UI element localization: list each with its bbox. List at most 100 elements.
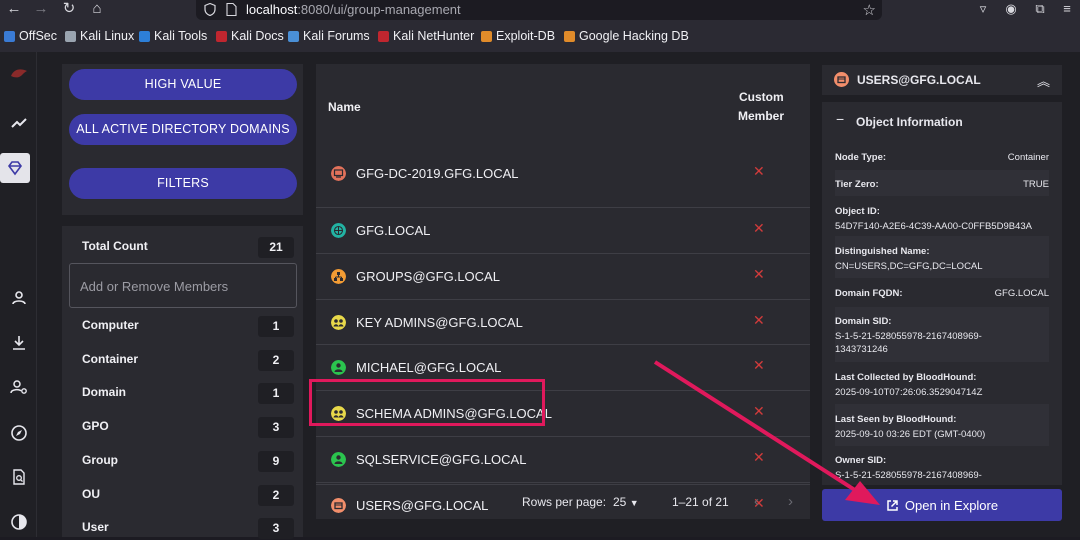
object-information: − Object Information Node Type: Container… bbox=[822, 102, 1062, 485]
count-label: Computer bbox=[82, 318, 139, 332]
bookmark-favicon-icon bbox=[4, 30, 15, 42]
all-domains-button[interactable]: ALL ACTIVE DIRECTORY DOMAINS bbox=[69, 114, 297, 145]
bookmark-label: Kali Forums bbox=[303, 29, 370, 43]
count-value: 1 bbox=[258, 316, 294, 337]
menu-icon[interactable]: ≡ bbox=[1058, 1, 1076, 16]
bookmark-label: Kali NetHunter bbox=[393, 29, 475, 43]
reload-icon[interactable]: ↻ bbox=[57, 0, 81, 20]
bookmark-item[interactable]: OffSec bbox=[4, 29, 57, 43]
count-row-ou: OU 2 bbox=[82, 484, 294, 507]
home-icon[interactable]: ⌂ bbox=[85, 0, 109, 20]
table-row[interactable]: GFG-DC-2019.GFG.LOCAL ✕ bbox=[316, 163, 810, 207]
remove-member-icon[interactable]: ✕ bbox=[753, 163, 765, 180]
bookmark-star-icon[interactable]: ☆ bbox=[863, 1, 876, 19]
row-name: GFG-DC-2019.GFG.LOCAL bbox=[356, 166, 519, 181]
account-icon[interactable]: ◉ bbox=[1002, 1, 1020, 17]
remove-member-icon[interactable]: ✕ bbox=[753, 312, 765, 329]
user-settings-icon[interactable] bbox=[0, 372, 37, 402]
table-row[interactable]: SQLSERVICE@GFG.LOCAL ✕ bbox=[316, 436, 810, 482]
count-value: 2 bbox=[258, 349, 294, 371]
member-search-box[interactable] bbox=[69, 263, 297, 308]
count-row-group: Group 9 bbox=[82, 450, 294, 473]
bookmark-item[interactable]: Kali NetHunter bbox=[378, 29, 474, 43]
row-name: GFG.LOCAL bbox=[356, 223, 431, 238]
count-value: 9 bbox=[258, 450, 294, 472]
remove-member-icon[interactable]: ✕ bbox=[753, 357, 765, 374]
globe-icon bbox=[331, 223, 346, 238]
count-value: 3 bbox=[258, 417, 294, 439]
url-text: localhost:8080/ui/group-management bbox=[246, 2, 461, 17]
total-count-value: 21 bbox=[258, 237, 294, 258]
trend-icon[interactable] bbox=[0, 108, 37, 138]
bookmark-item[interactable]: Kali Forums bbox=[288, 29, 370, 43]
count-label: Group bbox=[82, 452, 118, 467]
count-label: User bbox=[82, 520, 109, 535]
bookmark-favicon-icon bbox=[216, 30, 227, 42]
pagination: Rows per page: 25 ▼ 1–21 of 21 ‹ › bbox=[316, 484, 810, 518]
forward-icon[interactable]: → bbox=[29, 0, 53, 20]
theme-toggle-icon[interactable] bbox=[0, 507, 37, 537]
col-header-member[interactable]: Member bbox=[738, 109, 784, 123]
bookmark-item[interactable]: Google Hacking DB bbox=[564, 29, 689, 43]
browser-toolbar: ← → ↻ ⌂ localhost:8080/ui/group-manageme… bbox=[0, 0, 1080, 52]
bookmark-item[interactable]: Kali Docs bbox=[216, 29, 284, 43]
object-title-bar[interactable]: USERS@GFG.LOCAL ︽ bbox=[822, 65, 1062, 95]
kv-last-collected: Last Collected by BloodHound: 2025-09-10T… bbox=[835, 372, 983, 398]
row-name: GROUPS@GFG.LOCAL bbox=[356, 268, 500, 284]
next-page-icon[interactable]: › bbox=[788, 493, 793, 510]
members-table: Name Custom Member GFG-DC-2019.GFG.LOCAL… bbox=[316, 64, 810, 519]
col-header-name[interactable]: Name bbox=[328, 100, 361, 114]
collapse-icon[interactable]: ︽ bbox=[1037, 71, 1050, 90]
back-icon[interactable]: ← bbox=[2, 0, 26, 20]
filters-button[interactable]: FILTERS bbox=[69, 168, 297, 199]
high-value-button[interactable]: HIGH VALUE bbox=[69, 69, 297, 100]
count-row-user: User 3 bbox=[82, 518, 294, 540]
prev-page-icon[interactable]: ‹ bbox=[754, 493, 759, 510]
extensions-icon[interactable]: ⧉ bbox=[1031, 1, 1049, 17]
shield-icon bbox=[204, 3, 216, 16]
object-panel: USERS@GFG.LOCAL ︽ − Object Information N… bbox=[822, 65, 1062, 485]
count-label: Container bbox=[82, 351, 139, 366]
bookmark-item[interactable]: Kali Tools bbox=[139, 29, 207, 43]
page-icon bbox=[226, 3, 237, 16]
pocket-icon[interactable]: ▿ bbox=[974, 1, 992, 17]
remove-member-icon[interactable]: ✕ bbox=[753, 266, 765, 283]
url-bar[interactable]: localhost:8080/ui/group-management ☆ bbox=[196, 0, 882, 20]
bookmark-label: OffSec bbox=[19, 29, 57, 43]
bookmark-label: Exploit-DB bbox=[496, 29, 556, 43]
count-label: Domain bbox=[82, 385, 127, 400]
count-row-gpo: GPO 3 bbox=[82, 417, 294, 439]
caret-down-icon: ▼ bbox=[629, 498, 639, 508]
minus-icon[interactable]: − bbox=[836, 111, 844, 127]
highlight-annotation-box bbox=[309, 379, 545, 426]
download-icon[interactable] bbox=[0, 328, 37, 358]
bookmark-item[interactable]: Exploit-DB bbox=[481, 29, 555, 43]
table-row[interactable]: KEY ADMINS@GFG.LOCAL ✕ bbox=[316, 298, 810, 345]
bookmark-item[interactable]: Kali Linux bbox=[65, 29, 134, 43]
gem-icon[interactable] bbox=[0, 153, 30, 183]
bookmark-favicon-icon bbox=[378, 30, 389, 42]
table-row[interactable]: GROUPS@GFG.LOCAL ✕ bbox=[316, 252, 810, 299]
row-name: KEY ADMINS@GFG.LOCAL bbox=[356, 314, 523, 330]
count-row-domain: Domain 1 bbox=[82, 383, 294, 405]
search-doc-icon[interactable] bbox=[0, 462, 37, 492]
add-remove-members-input[interactable] bbox=[80, 276, 280, 296]
table-row[interactable]: GFG.LOCAL ✕ bbox=[316, 207, 810, 253]
count-row-computer: Computer 1 bbox=[82, 316, 294, 338]
bookmark-favicon-icon bbox=[564, 30, 575, 42]
rows-per-page-select[interactable]: 25 ▼ bbox=[613, 495, 639, 509]
compass-icon[interactable] bbox=[0, 418, 37, 448]
group-icon bbox=[331, 314, 346, 330]
col-header-custom[interactable]: Custom bbox=[739, 90, 784, 104]
remove-member-icon[interactable]: ✕ bbox=[753, 403, 765, 420]
remove-member-icon[interactable]: ✕ bbox=[753, 449, 765, 466]
user-icon[interactable] bbox=[0, 283, 37, 313]
box-icon bbox=[834, 72, 849, 87]
kv-node-type: Node Type: Container bbox=[835, 152, 1049, 163]
bookmark-favicon-icon bbox=[65, 30, 76, 42]
remove-member-icon[interactable]: ✕ bbox=[753, 220, 765, 237]
total-count-label: Total Count bbox=[82, 239, 148, 253]
count-label: OU bbox=[82, 486, 100, 501]
kv-last-seen: Last Seen by BloodHound: 2025-09-10 03:26… bbox=[835, 414, 986, 440]
open-in-explore-button[interactable]: Open in Explore bbox=[822, 489, 1062, 521]
